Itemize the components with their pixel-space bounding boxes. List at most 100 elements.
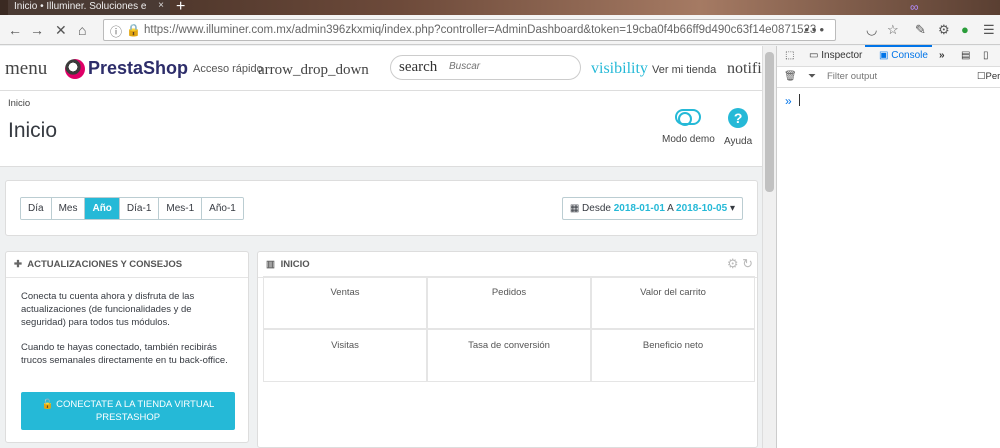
wrench-icon[interactable]: ✎ (915, 22, 926, 38)
updates-panel: ✚ Actualizaciones y consejos Conecta tu … (5, 251, 249, 443)
filter-icon[interactable]: ⏷ (808, 71, 816, 82)
date-range-picker[interactable]: ▦ Desde 2018-01-01 A 2018-10-05 ▾ (561, 197, 743, 220)
dock-icon[interactable]: ▤ (961, 50, 970, 61)
navigation-toolbar: ← → ✕ ⌂ ⓘ 🔒 https://www.illuminer.com.mx… (0, 15, 1000, 45)
demo-mode-label: Modo demo (662, 134, 715, 145)
split-icon[interactable]: ▯ (983, 50, 989, 61)
configure-icon[interactable]: ⚙ (727, 256, 739, 271)
stop-icon[interactable]: ✕ (55, 22, 67, 39)
persist-logs-checkbox[interactable]: ☐Per (977, 71, 1000, 82)
close-tab-icon[interactable]: × (158, 0, 164, 11)
updates-paragraph-1: Conecta tu cuenta ahora y disfruta de la… (21, 291, 195, 328)
unlock-icon: 🔓 (41, 399, 54, 410)
mask-icon[interactable]: ∞ (910, 0, 940, 15)
calendar-icon: ▦ (569, 203, 580, 214)
search-box[interactable]: search (390, 55, 581, 80)
lock-icon: 🔒 (126, 23, 141, 37)
console-icon: ▣ (879, 50, 889, 61)
tab-inspector-label: Inspector (821, 50, 863, 61)
to-date: 2018-10-05 (676, 203, 728, 214)
back-icon[interactable]: ← (8, 22, 22, 38)
notifications-icon[interactable]: notifi (727, 60, 762, 78)
inspector-icon: ▭ (809, 50, 819, 61)
filter-output-input[interactable] (827, 71, 957, 82)
to-label: A (667, 203, 674, 214)
demo-mode-button[interactable]: Modo demo (662, 106, 715, 145)
grammarly-icon[interactable]: ● (961, 22, 969, 37)
page-title: Inicio (8, 119, 58, 142)
forward-icon[interactable]: → (30, 22, 44, 38)
url-text[interactable]: https://www.illuminer.com.mx/admin396zkx… (144, 24, 834, 36)
period-year-button[interactable]: Año (85, 198, 120, 219)
bar-chart-icon: ▥ (266, 259, 275, 270)
mask-toolbar-icon[interactable]: ⌂ (78, 22, 86, 38)
gear-icon[interactable]: ⚙ (938, 22, 950, 38)
tab-console[interactable]: ▣ Console (865, 45, 932, 61)
period-button-group: Día Mes Año Día-1 Mes-1 Año-1 (20, 197, 244, 220)
connect-store-button[interactable]: 🔓 CONECTATE A LA TIENDA VIRTUAL PRESTASH… (21, 392, 235, 430)
menu-icon[interactable]: ☰ (983, 22, 995, 38)
panel-tools: ⚙ ↻ (727, 256, 753, 272)
help-icon: ? (728, 108, 749, 128)
scrollbar-thumb[interactable] (765, 52, 774, 192)
help-button[interactable]: ? Ayuda (724, 106, 752, 147)
admin-header: menu PrestaShop Acceso rápido arrow_drop… (0, 46, 762, 91)
console-filter-bar: 🗑 ⏷ ☐Per (777, 67, 1000, 88)
tab-console-label: Console (891, 50, 928, 61)
pick-element-icon[interactable]: ⬚ (785, 50, 794, 61)
trash-icon[interactable]: 🗑 (784, 71, 797, 82)
kpi-beneficio-neto: Beneficio neto (591, 329, 755, 382)
console-input[interactable] (799, 94, 800, 106)
period-prev-year-button[interactable]: Año-1 (202, 198, 243, 219)
persist-label: Per (985, 71, 1000, 82)
prestashop-logo[interactable] (65, 59, 85, 79)
browser-tab-bar: Inicio • Illuminer. Soluciones e × + ∞ (0, 0, 1000, 15)
view-store-link[interactable]: Ver mi tienda (652, 64, 716, 76)
from-date: 2018-01-01 (613, 203, 665, 214)
period-month-button[interactable]: Mes (51, 198, 86, 219)
brand-name[interactable]: PrestaShop (88, 58, 188, 79)
period-prev-day-button[interactable]: Día-1 (119, 198, 160, 219)
page-actions-icon[interactable]: ••• (804, 22, 827, 37)
refresh-icon[interactable]: ↻ (742, 256, 753, 271)
kpi-visitas: Visitas (263, 329, 427, 382)
tab-inspector[interactable]: ▭ Inspector (809, 50, 862, 61)
console-prompt-icon: » (785, 94, 792, 108)
kpi-tasa-conversion: Tasa de conversión (427, 329, 591, 382)
new-tab-icon[interactable]: + (176, 0, 185, 16)
from-label: Desde (582, 203, 611, 214)
tab-title: Inicio • Illuminer. Soluciones e (14, 1, 147, 12)
info-icon[interactable]: ⓘ (110, 23, 122, 40)
page-scrollbar[interactable] (762, 46, 776, 448)
puzzle-icon: ✚ (14, 259, 22, 270)
kpi-valor-carrito: Valor del carrito (591, 276, 755, 329)
more-tabs-icon[interactable]: » (939, 50, 945, 61)
kpi-ventas: Ventas (263, 276, 427, 329)
connect-store-line1: CONECTATE A LA TIENDA VIRTUAL (56, 399, 215, 410)
inicio-panel-header: ▥ Inicio (258, 252, 757, 278)
updates-panel-header: ✚ Actualizaciones y consejos (6, 252, 248, 278)
arrow-drop-down-icon[interactable]: arrow_drop_down (258, 62, 369, 79)
caret-down-icon: ▾ (729, 203, 735, 214)
help-label: Ayuda (724, 136, 753, 147)
visibility-icon[interactable]: visibility (591, 60, 648, 78)
dashboard-activity-panel: ▥ Inicio ⚙ ↻ Ventas Pedidos Valor del ca… (257, 251, 758, 448)
devtools-pane: ⬚ ▭ Inspector ▣ Console » ▤ ▯ 🗑 ⏷ ☐Per » (776, 45, 1000, 448)
browser-tab[interactable]: Inicio • Illuminer. Soluciones e × (8, 0, 170, 15)
updates-panel-title: Actualizaciones y consejos (27, 259, 183, 270)
pocket-icon[interactable]: ◡ (866, 22, 877, 38)
devtools-tab-bar: ⬚ ▭ Inspector ▣ Console » ▤ ▯ (777, 45, 1000, 67)
period-day-button[interactable]: Día (21, 198, 52, 219)
breadcrumb[interactable]: Inicio (8, 98, 30, 109)
search-icon[interactable]: search (399, 59, 437, 76)
toggle-icon (675, 109, 702, 126)
menu-toggle[interactable]: menu (5, 58, 47, 80)
period-prev-month-button[interactable]: Mes-1 (159, 198, 203, 219)
updates-paragraph-2: Cuando te hayas conectado, también recib… (21, 342, 228, 366)
page-header: Inicio Inicio Modo demo ? Ayuda (0, 91, 762, 167)
period-selector: Día Mes Año Día-1 Mes-1 Año-1 ▦ Desde 20… (5, 180, 758, 236)
bookmark-icon[interactable]: ☆ (887, 22, 899, 38)
address-bar[interactable]: ⓘ 🔒 https://www.illuminer.com.mx/admin39… (103, 19, 836, 41)
search-input[interactable] (449, 61, 574, 72)
quick-access[interactable]: Acceso rápido (193, 63, 263, 75)
